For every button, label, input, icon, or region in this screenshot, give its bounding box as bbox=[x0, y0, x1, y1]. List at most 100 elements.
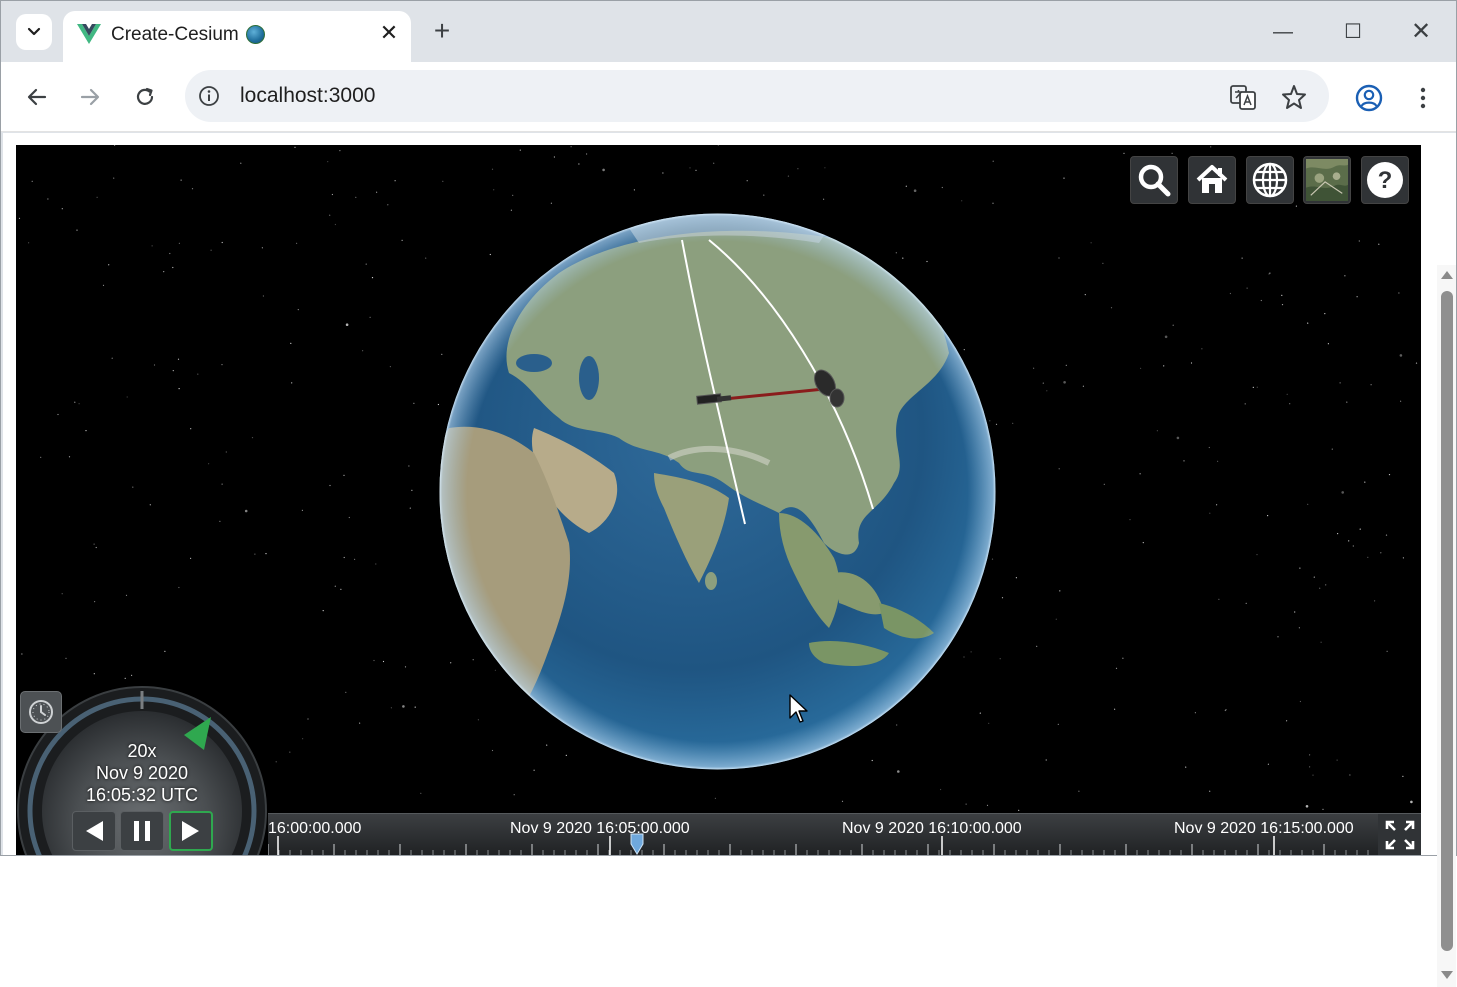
animation-speed: 20x bbox=[127, 741, 157, 761]
star bbox=[1322, 808, 1324, 811]
star bbox=[491, 168, 494, 170]
cesium-viewer[interactable]: ? 20x Nov 9 2020 16:05:32 UTC 16:00:00.0… bbox=[16, 145, 1421, 855]
translate-icon[interactable] bbox=[1229, 83, 1257, 111]
star bbox=[113, 177, 115, 179]
base-layer-picker-button[interactable] bbox=[1303, 156, 1351, 204]
help-button[interactable]: ? bbox=[1361, 156, 1409, 204]
star bbox=[519, 149, 521, 151]
profile-icon[interactable] bbox=[1354, 83, 1384, 113]
star bbox=[1386, 650, 1388, 652]
star bbox=[1216, 504, 1218, 506]
timeline[interactable]: 16:00:00.000 Nov 9 2020 16:05:00.000 Nov… bbox=[268, 813, 1378, 855]
close-window-button[interactable]: ✕ bbox=[1401, 16, 1441, 48]
star bbox=[95, 546, 97, 549]
star bbox=[1172, 324, 1174, 326]
star bbox=[172, 266, 174, 269]
geocoder-search-button[interactable] bbox=[1130, 156, 1178, 204]
pause-button[interactable] bbox=[120, 811, 164, 851]
star bbox=[1337, 533, 1339, 535]
star bbox=[1065, 364, 1067, 366]
star bbox=[345, 323, 349, 326]
browser-tab[interactable]: Create-Cesium ✕ bbox=[63, 11, 411, 62]
page-scrollbar[interactable] bbox=[1437, 265, 1456, 987]
star bbox=[1267, 763, 1269, 765]
star bbox=[1281, 294, 1283, 296]
new-tab-button[interactable]: + bbox=[427, 17, 457, 47]
star bbox=[164, 650, 166, 652]
star bbox=[1349, 774, 1351, 776]
maximize-button[interactable]: ☐ bbox=[1333, 16, 1373, 48]
star bbox=[1327, 343, 1329, 345]
star bbox=[1045, 759, 1047, 761]
star bbox=[1218, 598, 1220, 600]
star bbox=[102, 284, 105, 286]
star bbox=[1388, 474, 1391, 476]
star bbox=[114, 145, 116, 146]
mouse-cursor-icon bbox=[789, 694, 808, 723]
clock-mode-button[interactable] bbox=[20, 691, 62, 733]
star bbox=[394, 180, 396, 182]
play-forward-button[interactable] bbox=[169, 811, 213, 851]
star bbox=[340, 588, 342, 590]
address-bar[interactable]: localhost:3000 bbox=[185, 70, 1329, 122]
minimize-button[interactable]: — bbox=[1263, 16, 1303, 48]
fullscreen-button[interactable] bbox=[1378, 813, 1421, 855]
url-text[interactable]: localhost:3000 bbox=[240, 84, 375, 108]
info-icon[interactable] bbox=[197, 84, 221, 108]
star bbox=[1410, 800, 1413, 804]
star bbox=[382, 660, 385, 663]
earth-globe[interactable] bbox=[439, 213, 996, 770]
star bbox=[126, 396, 128, 398]
scene-mode-button[interactable] bbox=[1246, 156, 1294, 204]
star bbox=[1057, 723, 1059, 726]
star bbox=[1171, 152, 1173, 154]
timeline-needle-icon[interactable] bbox=[630, 832, 644, 855]
star bbox=[297, 309, 299, 311]
tab-search-button[interactable] bbox=[16, 14, 52, 50]
star bbox=[125, 594, 128, 596]
star bbox=[355, 196, 357, 198]
star bbox=[178, 388, 180, 390]
star bbox=[1012, 422, 1014, 424]
star bbox=[78, 403, 80, 405]
star bbox=[401, 239, 403, 241]
star bbox=[695, 169, 697, 171]
scroll-thumb[interactable] bbox=[1441, 291, 1453, 951]
bookmark-star-icon[interactable] bbox=[1280, 83, 1308, 111]
play-reverse-icon bbox=[86, 821, 103, 841]
star bbox=[633, 189, 636, 191]
reload-button[interactable] bbox=[127, 79, 163, 115]
star bbox=[1209, 512, 1211, 514]
star bbox=[841, 800, 844, 802]
star bbox=[345, 691, 347, 694]
star bbox=[1156, 430, 1158, 432]
svg-text:?: ? bbox=[1378, 167, 1393, 194]
kebab-menu-icon[interactable] bbox=[1408, 83, 1438, 113]
star bbox=[329, 484, 331, 487]
play-reverse-button[interactable] bbox=[72, 811, 116, 851]
star bbox=[1229, 292, 1231, 295]
star bbox=[96, 196, 98, 198]
star bbox=[404, 666, 407, 668]
star bbox=[1164, 335, 1168, 339]
star bbox=[586, 153, 588, 155]
tab-close-button[interactable]: ✕ bbox=[377, 21, 401, 45]
scroll-up-arrow-icon[interactable] bbox=[1441, 271, 1453, 279]
star bbox=[941, 186, 943, 189]
star bbox=[1331, 448, 1333, 450]
star bbox=[151, 245, 153, 247]
star bbox=[210, 249, 212, 251]
forward-button[interactable] bbox=[72, 79, 108, 115]
back-button[interactable] bbox=[19, 79, 55, 115]
star bbox=[108, 264, 110, 266]
star bbox=[1358, 240, 1360, 242]
star bbox=[1402, 775, 1404, 778]
fullscreen-icon bbox=[1385, 820, 1414, 849]
home-button[interactable] bbox=[1188, 156, 1236, 204]
star bbox=[787, 175, 790, 177]
scroll-down-arrow-icon[interactable] bbox=[1441, 971, 1453, 979]
star bbox=[1194, 712, 1196, 714]
star bbox=[389, 366, 391, 368]
star bbox=[1110, 307, 1113, 309]
star bbox=[1225, 709, 1227, 711]
